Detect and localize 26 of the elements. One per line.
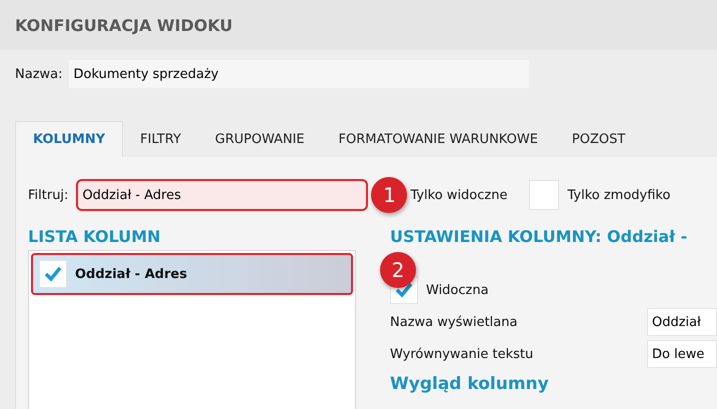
checkbox-label: Tylko widoczne	[410, 188, 508, 202]
check-icon	[43, 264, 63, 284]
checkbox-label: Tylko zmodyfiko	[567, 188, 670, 202]
input-field[interactable]: Oddział	[647, 308, 717, 336]
callout-badge: 1	[371, 177, 408, 213]
checkbox[interactable]	[529, 180, 560, 210]
input-field[interactable]: Do lewe	[647, 340, 717, 368]
tab[interactable]: FILTRY	[123, 121, 198, 157]
tab[interactable]: KOLUMNY	[15, 121, 124, 157]
section-title: USTAWIENIA KOLUMNY: Oddział -	[390, 227, 688, 246]
name-field[interactable]: Dokumenty sprzedaży	[68, 60, 528, 88]
filter-field[interactable]: Oddział - Adres	[76, 179, 368, 211]
callout-badge: 2	[380, 252, 416, 288]
checkbox[interactable]	[39, 260, 67, 288]
name-label: Nazwa:	[15, 66, 62, 82]
filter-label: Filtruj:	[28, 188, 68, 202]
checkbox-label: Widoczna	[426, 282, 489, 298]
section-title: LISTA KOLUMN	[28, 227, 162, 246]
section-title: Wygląd kolumny	[390, 374, 550, 394]
tab[interactable]: GRUPOWANIE	[198, 121, 322, 157]
tab[interactable]: FORMATOWANIE WARUNKOWE	[322, 121, 555, 157]
field-label: Nazwa wyświetlana	[390, 314, 518, 330]
column-list-item[interactable]: Oddział - Adres	[31, 253, 353, 295]
tab[interactable]: POZOST	[554, 121, 642, 157]
field-label: Wyrównywanie tekstu	[390, 346, 534, 362]
window-title: KONFIGURACJA WIDOKU	[15, 16, 233, 34]
